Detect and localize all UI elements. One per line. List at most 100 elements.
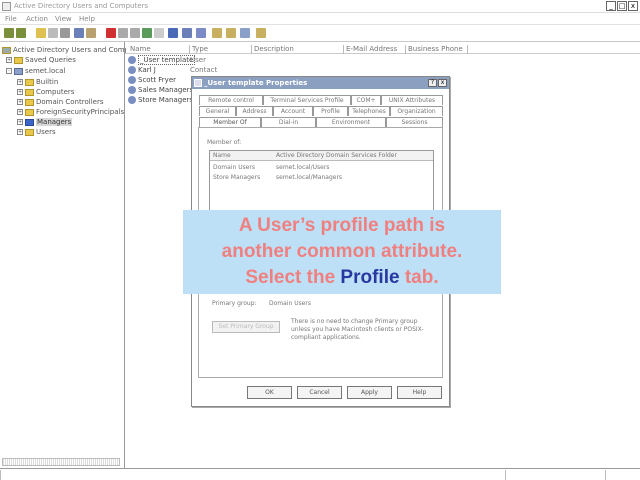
copy-icon[interactable]	[60, 28, 70, 38]
paste-icon[interactable]	[86, 28, 96, 38]
tab-address[interactable]: Address	[236, 106, 273, 116]
status-cell	[505, 470, 605, 480]
export-list-icon[interactable]	[142, 28, 152, 38]
dialog-close-button[interactable]: x	[438, 79, 447, 87]
tab-remote-control[interactable]: Remote control	[199, 95, 263, 105]
snapin-icon	[2, 46, 11, 54]
find-icon[interactable]	[240, 28, 250, 38]
cancel-button[interactable]: Cancel	[297, 386, 342, 399]
tree-horizontal-scrollbar[interactable]	[2, 458, 120, 466]
folder-icon	[25, 118, 34, 126]
folder-icon	[14, 56, 23, 64]
dialog-titlebar: _User template Properties ? x	[192, 77, 449, 89]
folder-icon	[25, 98, 34, 106]
new-ou-icon[interactable]	[212, 28, 222, 38]
collapse-icon[interactable]: -	[6, 68, 12, 74]
list-item[interactable]: Sales Managers	[128, 86, 193, 95]
tree-item-foreign-security-principals[interactable]: + ForeignSecurityPrincipals	[17, 108, 124, 118]
menu-help[interactable]: Help	[79, 15, 95, 23]
expand-icon[interactable]: +	[17, 99, 23, 105]
column-header-name[interactable]: Name	[128, 45, 190, 54]
refresh-icon[interactable]	[130, 28, 140, 38]
expand-icon[interactable]: +	[17, 129, 23, 135]
tree-item-computers[interactable]: + Computers	[17, 88, 74, 98]
tab-account[interactable]: Account	[273, 106, 313, 116]
tree-item-managers[interactable]: + Managers	[17, 118, 73, 128]
tab-terminal-services-profile[interactable]: Terminal Services Profile	[263, 95, 351, 105]
user-icon	[128, 56, 136, 64]
maximize-button[interactable]: □	[617, 1, 627, 11]
up-folder-icon[interactable]	[36, 28, 46, 38]
help-button[interactable]: Help	[397, 386, 442, 399]
apply-button[interactable]: Apply	[347, 386, 392, 399]
primary-group-note: There is no need to change Primary group…	[291, 318, 424, 341]
folder-icon	[25, 128, 34, 136]
table-row[interactable]: Store Managers semet.local/Managers	[210, 173, 433, 183]
tab-organization[interactable]: Organization	[390, 106, 443, 116]
tab-sessions[interactable]: Sessions	[386, 117, 443, 127]
column-header-name[interactable]: Name	[213, 152, 231, 159]
tree-item-domain[interactable]: - semet.local	[6, 67, 65, 77]
tab-telephones[interactable]: Telephones	[348, 106, 390, 116]
menu-bar: File Action View Help	[0, 13, 640, 25]
properties-icon[interactable]	[118, 28, 128, 38]
list-header-row: Name Type Description E-Mail Address Bus…	[126, 44, 640, 54]
new-group-icon[interactable]	[196, 28, 206, 38]
tab-profile[interactable]: Profile	[313, 106, 348, 116]
callout-highlight: Profile	[340, 267, 400, 288]
ok-button[interactable]: OK	[247, 386, 292, 399]
tree-item-root[interactable]: Active Directory Users and Comput	[2, 46, 136, 56]
forward-icon[interactable]	[16, 28, 26, 38]
tree-item-domain-controllers[interactable]: + Domain Controllers	[17, 98, 103, 108]
tree-item-builtin[interactable]: + Builtin	[17, 78, 58, 88]
expand-icon[interactable]: +	[6, 57, 12, 63]
menu-file[interactable]: File	[5, 15, 17, 23]
dialog-help-button[interactable]: ?	[428, 79, 437, 87]
contact-icon	[128, 66, 136, 74]
close-window-button[interactable]: x	[628, 1, 638, 11]
list-item[interactable]: Scott Fryer	[128, 76, 176, 85]
tab-general[interactable]: General	[199, 106, 236, 116]
help-book-icon[interactable]	[168, 28, 178, 38]
back-icon[interactable]	[4, 28, 14, 38]
expand-icon[interactable]: +	[17, 79, 23, 85]
column-header-email[interactable]: E-Mail Address	[344, 45, 406, 54]
column-header-business-phone[interactable]: Business Phone	[406, 45, 468, 54]
tab-dial-in[interactable]: Dial-in	[261, 117, 316, 127]
column-header-folder[interactable]: Active Directory Domain Services Folder	[276, 152, 397, 159]
column-header-description[interactable]: Description	[252, 45, 344, 54]
help-icon[interactable]	[154, 28, 164, 38]
tab-unix-attributes[interactable]: UNIX Attributes	[381, 95, 443, 105]
primary-group-value: Domain Users	[269, 300, 311, 307]
tab-environment[interactable]: Environment	[316, 117, 386, 127]
column-header-type[interactable]: Type	[190, 45, 252, 54]
add-to-group-icon[interactable]	[256, 28, 266, 38]
filter-icon[interactable]	[226, 28, 236, 38]
menu-view[interactable]: View	[55, 15, 72, 23]
set-primary-group-button[interactable]: Set Primary Group	[212, 321, 280, 333]
toolbar	[0, 25, 640, 42]
expand-icon[interactable]: +	[17, 89, 23, 95]
list-item[interactable]: Store Managers	[128, 96, 193, 105]
table-row[interactable]: Domain Users semet.local/Users	[210, 163, 433, 173]
delete-icon[interactable]	[106, 28, 116, 38]
user-icon	[194, 79, 202, 87]
cut-icon[interactable]	[74, 28, 84, 38]
menu-action[interactable]: Action	[26, 15, 48, 23]
list-item[interactable]: Karl J Contact	[128, 66, 217, 75]
callout-line-3: Select the Profile tab.	[245, 267, 439, 288]
folder-icon	[25, 88, 34, 96]
expand-icon[interactable]: +	[17, 109, 23, 115]
new-user-icon[interactable]	[182, 28, 192, 38]
tree-item-saved-queries[interactable]: + Saved Queries	[6, 56, 76, 66]
folder-icon	[25, 78, 34, 86]
tree-item-users[interactable]: + Users	[17, 128, 56, 138]
minimize-button[interactable]: _	[606, 1, 616, 11]
list-item[interactable]: _User template User	[128, 55, 206, 65]
tab-com-plus[interactable]: COM+	[351, 95, 381, 105]
show-hide-tree-icon[interactable]	[48, 28, 58, 38]
callout-line-2: another common attribute.	[221, 241, 463, 262]
expand-icon[interactable]: +	[17, 119, 23, 125]
status-cell	[605, 470, 640, 480]
group-icon	[128, 86, 136, 94]
